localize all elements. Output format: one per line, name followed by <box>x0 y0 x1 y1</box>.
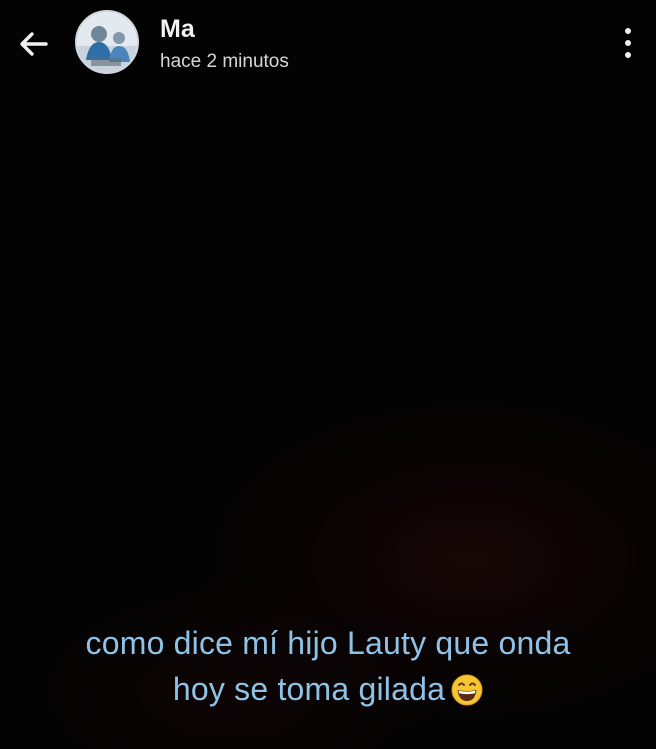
status-timestamp: hace 2 minutos <box>160 51 289 72</box>
avatar[interactable] <box>75 10 139 74</box>
arrow-left-icon <box>20 32 48 56</box>
caption-line-2: hoy se toma gilada <box>172 671 446 707</box>
caption-line-1: como dice mí hijo Lauty que onda <box>85 625 571 661</box>
grinning-face-emoji-icon <box>451 674 483 706</box>
more-vertical-icon-dot <box>625 40 631 46</box>
status-header: Ma hace 2 minutos <box>0 0 656 90</box>
status-viewer: Ma hace 2 minutos como dice mí hijo Laut… <box>0 0 656 749</box>
caption-line-2-wrap: hoy se toma gilada <box>20 666 636 712</box>
back-button[interactable] <box>16 26 52 62</box>
more-vertical-icon-dot <box>625 52 631 58</box>
more-vertical-icon <box>625 28 631 34</box>
more-options-button[interactable] <box>616 26 640 60</box>
contact-name: Ma <box>160 15 195 43</box>
status-caption: como dice mí hijo Lauty que onda hoy se … <box>20 620 636 712</box>
avatar-photo <box>77 12 137 72</box>
